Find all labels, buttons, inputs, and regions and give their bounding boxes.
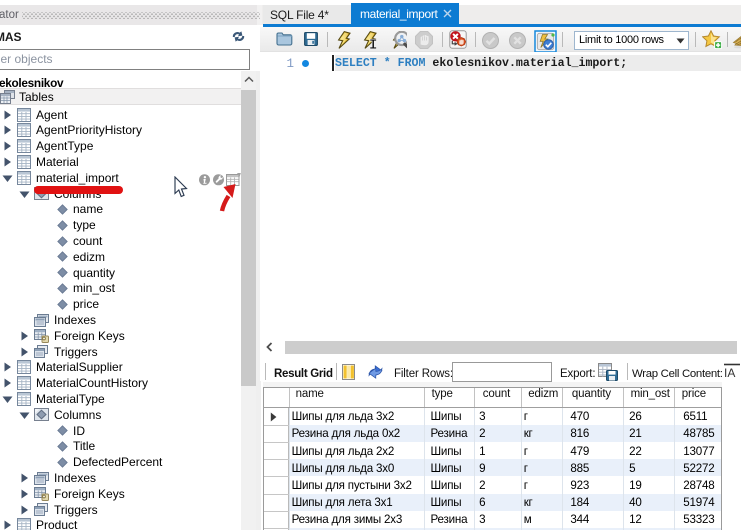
svg-text:IA: IA [724, 366, 735, 379]
